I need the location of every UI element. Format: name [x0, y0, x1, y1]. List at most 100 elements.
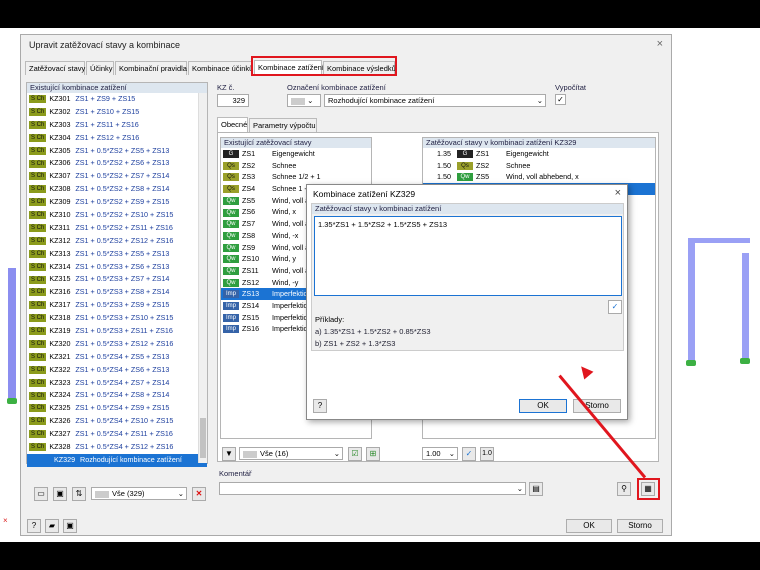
list-item[interactable]: S Ch KZ310 ZS1 + 0.5*ZS2 + ZS10 + ZS15	[27, 209, 207, 222]
close-icon[interactable]: ×	[615, 187, 621, 199]
list-item[interactable]: S Ch KZ312 ZS1 + 0.5*ZS2 + ZS12 + ZS16	[27, 235, 207, 248]
list-item[interactable]: S Ch KZ308 ZS1 + 0.5*ZS2 + ZS8 + ZS14	[27, 183, 207, 196]
apply-check-icon[interactable]: ✓	[608, 300, 622, 314]
comment-library-icon[interactable]: ▤	[529, 482, 543, 496]
item-code: KZ309	[49, 197, 71, 207]
tab-calculation-parameters[interactable]: Parametry výpočtu	[249, 118, 317, 132]
list-item[interactable]: S Ch KZ303 ZS1 + ZS11 + ZS16	[27, 119, 207, 132]
color-select[interactable]: ⌄	[287, 94, 321, 107]
item-code: KZ312	[49, 235, 71, 245]
list-item[interactable]: S Ch KZ302 ZS1 + ZS10 + ZS15	[27, 106, 207, 119]
list-item[interactable]: S Ch KZ321 ZS1 + 0.5*ZS4 + ZS5 + ZS13	[27, 351, 207, 364]
tab-action-combinations[interactable]: Kombinace účinků	[188, 61, 253, 75]
tab-combination-rules[interactable]: Kombinační pravidla	[115, 61, 187, 75]
sub-ok-button[interactable]: OK	[519, 399, 567, 413]
list-item[interactable]: S Ch KZ313 ZS1 + 0.5*ZS3 + ZS5 + ZS13	[27, 248, 207, 261]
list-item[interactable]: 1.50 Qs ZS2 Schnee	[423, 160, 655, 172]
list-item[interactable]: S Ch KZ309 ZS1 + 0.5*ZS2 + ZS9 + ZS15	[27, 196, 207, 209]
type-badge: Qw	[223, 231, 239, 240]
list-item[interactable]: S Ch KZ327 ZS1 + 0.5*ZS4 + ZS11 + ZS16	[27, 428, 207, 441]
formula-textarea[interactable]: 1.35*ZS1 + 1.5*ZS2 + 1.5*ZS5 + ZS13	[314, 216, 622, 296]
item-code: KZ304	[49, 132, 71, 142]
list-item[interactable]: S Ch KZ322 ZS1 + 0.5*ZS4 + ZS6 + ZS13	[27, 364, 207, 377]
ok-button[interactable]: OK	[566, 519, 612, 533]
item-expression: ZS1 + 0.5*ZS2 + ZS11 + ZS16	[75, 222, 173, 232]
item-expression: ZS1 + 0.5*ZS4 + ZS12 + ZS16	[75, 442, 174, 452]
item-description: Eigengewicht	[506, 149, 549, 158]
list-item[interactable]: S Ch KZ320 ZS1 + 0.5*ZS3 + ZS12 + ZS16	[27, 338, 207, 351]
select-all-icon[interactable]: ☑	[348, 447, 362, 461]
list-item[interactable]: S Ch KZ301 ZS1 + ZS9 + ZS15	[27, 93, 207, 106]
tab-load-cases[interactable]: Zatěžovací stavy	[25, 61, 85, 75]
list-item[interactable]: 1.50 Qw ZS5 Wind, voll abhebend, x	[423, 171, 655, 183]
list-item[interactable]: S Ch KZ307 ZS1 + 0.5*ZS2 + ZS7 + ZS14	[27, 170, 207, 183]
type-badge: Imp	[223, 290, 239, 299]
factor-select[interactable]: 1.00 ⌄	[422, 447, 458, 460]
list-item[interactable]: S Ch KZ316 ZS1 + 0.5*ZS3 + ZS8 + ZS14	[27, 286, 207, 299]
list-item[interactable]: S Ch KZ306 ZS1 + 0.5*ZS2 + ZS6 + ZS13	[27, 157, 207, 170]
compute-checkbox[interactable]: ✓	[555, 94, 566, 105]
list-item[interactable]: S Ch KZ323 ZS1 + 0.5*ZS4 + ZS7 + ZS14	[27, 377, 207, 390]
item-code: KZ325	[49, 403, 71, 413]
filter-icon[interactable]: ▼	[222, 447, 236, 461]
help-icon[interactable]: ?	[27, 519, 41, 533]
list-item[interactable]: S Ch KZ324 ZS1 + 0.5*ZS4 + ZS8 + ZS14	[27, 389, 207, 402]
list-item[interactable]: S Ch KZ314 ZS1 + 0.5*ZS3 + ZS6 + ZS13	[27, 261, 207, 274]
designation-select[interactable]: Rozhodující kombinace zatížení ⌄	[324, 94, 546, 107]
item-code: ZS5	[476, 172, 490, 182]
cancel-button[interactable]: Storno	[617, 519, 663, 533]
type-badge: S Ch	[29, 352, 47, 361]
close-icon[interactable]: ×	[657, 38, 663, 50]
type-badge: S Ch	[29, 378, 47, 387]
sort-icon[interactable]: ⇅	[72, 487, 86, 501]
item-description: Wind, x	[272, 207, 296, 217]
apply-factor-check-icon[interactable]: ✓	[462, 447, 476, 461]
sub-dialog-title: Kombinace zatížení KZ329	[313, 189, 416, 199]
list-item[interactable]: Qs ZS3 Schnee 1/2 + 1	[221, 171, 371, 183]
type-badge: S Ch	[29, 275, 47, 284]
factor-one-button[interactable]: 1.0	[480, 447, 494, 461]
list-item[interactable]: S Ch KZ304 ZS1 + ZS12 + ZS16	[27, 132, 207, 145]
type-badge: G	[457, 150, 473, 159]
new-combination-icon[interactable]: ▭	[34, 487, 48, 501]
kz-number-field[interactable]: 329	[217, 94, 249, 107]
type-badge: S Ch	[29, 327, 47, 336]
list-item[interactable]: S Ch KZ326 ZS1 + 0.5*ZS4 + ZS10 + ZS15	[27, 415, 207, 428]
list-item[interactable]: 1.35 G ZS1 Eigengewicht	[423, 148, 655, 160]
tab-general[interactable]: Obecné	[217, 117, 248, 133]
list-item[interactable]: S Ch KZ328 ZS1 + 0.5*ZS4 + ZS12 + ZS16	[27, 441, 207, 454]
delete-icon[interactable]: ✕	[192, 487, 206, 501]
type-badge: S Ch	[29, 198, 47, 207]
list-item[interactable]: G ZS1 Eigengewicht	[221, 148, 371, 160]
cases-filter-select[interactable]: Vše (16) ⌄	[239, 447, 343, 460]
item-code: ZS13	[242, 289, 260, 299]
item-code: KZ317	[49, 300, 71, 310]
item-expression: ZS1 + 0.5*ZS2 + ZS5 + ZS13	[75, 145, 170, 155]
combination-filter-select[interactable]: Vše (329) ⌄	[91, 487, 187, 500]
list-item[interactable]: S Ch KZ305 ZS1 + 0.5*ZS2 + ZS5 + ZS13	[27, 145, 207, 158]
list-item[interactable]: S Ch KZ319 ZS1 + 0.5*ZS3 + ZS11 + ZS16	[27, 325, 207, 338]
save-icon[interactable]: ▣	[63, 519, 77, 533]
tab-actions[interactable]: Účinky	[86, 61, 114, 75]
help-icon[interactable]: ?	[313, 399, 327, 413]
formula-group: Zatěžovací stavy v kombinaci zatížení 1.…	[311, 203, 624, 351]
scrollbar[interactable]	[198, 93, 207, 463]
open-icon[interactable]: ▰	[45, 519, 59, 533]
list-item[interactable]: S Ch KZ317 ZS1 + 0.5*ZS3 + ZS9 + ZS15	[27, 299, 207, 312]
copy-combination-icon[interactable]: ▣	[53, 487, 67, 501]
select-group-icon[interactable]: ⊞	[366, 447, 380, 461]
item-code: ZS1	[242, 149, 256, 158]
item-expression: ZS1 + 0.5*ZS2 + ZS9 + ZS15	[75, 197, 170, 207]
comment-label: Komentář	[219, 469, 252, 478]
panel-header: Existující kombinace zatížení	[27, 83, 207, 93]
type-badge: S Ch	[29, 236, 47, 245]
comment-field[interactable]: ⌄	[219, 482, 526, 495]
item-expression: ZS1 + ZS11 + ZS16	[75, 119, 139, 129]
zoom-icon[interactable]: ⚲	[617, 482, 631, 496]
list-item[interactable]: S Ch KZ325 ZS1 + 0.5*ZS4 + ZS9 + ZS15	[27, 402, 207, 415]
list-item[interactable]: Qs ZS2 Schnee	[221, 160, 371, 172]
list-item[interactable]: S Ch KZ311 ZS1 + 0.5*ZS2 + ZS11 + ZS16	[27, 222, 207, 235]
list-item[interactable]: KZ329 Rozhodující kombinace zatížení	[27, 453, 207, 467]
list-item[interactable]: S Ch KZ318 ZS1 + 0.5*ZS3 + ZS10 + ZS15	[27, 312, 207, 325]
list-item[interactable]: S Ch KZ315 ZS1 + 0.5*ZS3 + ZS7 + ZS14	[27, 273, 207, 286]
